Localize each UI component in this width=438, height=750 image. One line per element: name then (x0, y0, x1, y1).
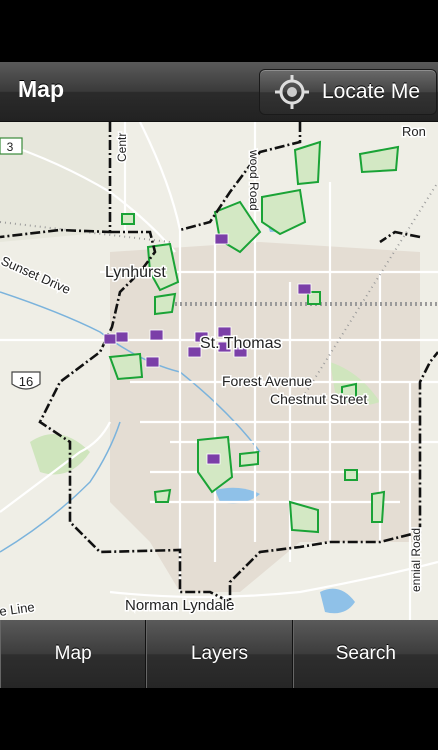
page-title: Map (18, 76, 64, 102)
bottom-tab-bar: Map Layers Search (0, 620, 438, 688)
tab-map[interactable]: Map (0, 620, 147, 688)
label-centennial-road: ennial Road (409, 528, 423, 592)
label-forest-avenue: Forest Avenue (222, 373, 312, 389)
map-view[interactable]: Lynhurst St. Thomas Sunset Drive Forest … (0, 122, 438, 620)
map-marker[interactable] (115, 331, 129, 343)
map-marker[interactable] (297, 283, 312, 295)
label-chestnut-street: Chestnut Street (270, 391, 367, 407)
label-wood-road: wood Road (247, 149, 261, 211)
label-sunset-drive: Sunset Drive (0, 253, 73, 297)
map-marker[interactable] (149, 329, 164, 341)
label-st-thomas: St. Thomas (200, 335, 282, 352)
map-marker[interactable] (214, 233, 229, 245)
tab-search[interactable]: Search (292, 620, 438, 688)
svg-text:16: 16 (19, 374, 33, 389)
locate-me-label: Locate Me (322, 80, 421, 103)
map-marker[interactable] (206, 453, 221, 465)
water-pond (320, 588, 355, 614)
label-ron: Ron (402, 124, 426, 139)
svg-text:3: 3 (7, 140, 14, 154)
label-norman-lyndale: Norman Lyndale (125, 597, 235, 614)
navigation-bar: Map Locate Me (0, 62, 438, 122)
crosshair-icon (275, 75, 309, 109)
map-marker[interactable] (145, 356, 160, 368)
label-line: e Line (0, 599, 35, 619)
map-canvas[interactable]: Lynhurst St. Thomas Sunset Drive Forest … (0, 122, 438, 620)
urban-area (110, 242, 420, 592)
map-marker[interactable] (103, 333, 117, 345)
label-lynhurst: Lynhurst (105, 264, 166, 281)
highway-shield-3: 3 (0, 137, 23, 155)
highway-shield-16: 16 (11, 371, 41, 390)
tab-layers[interactable]: Layers (146, 620, 293, 688)
label-centr: Centr (115, 133, 129, 162)
status-bar (0, 0, 438, 62)
bottom-bar (0, 688, 438, 750)
green-area (30, 434, 90, 475)
locate-me-button[interactable]: Locate Me (259, 69, 437, 115)
